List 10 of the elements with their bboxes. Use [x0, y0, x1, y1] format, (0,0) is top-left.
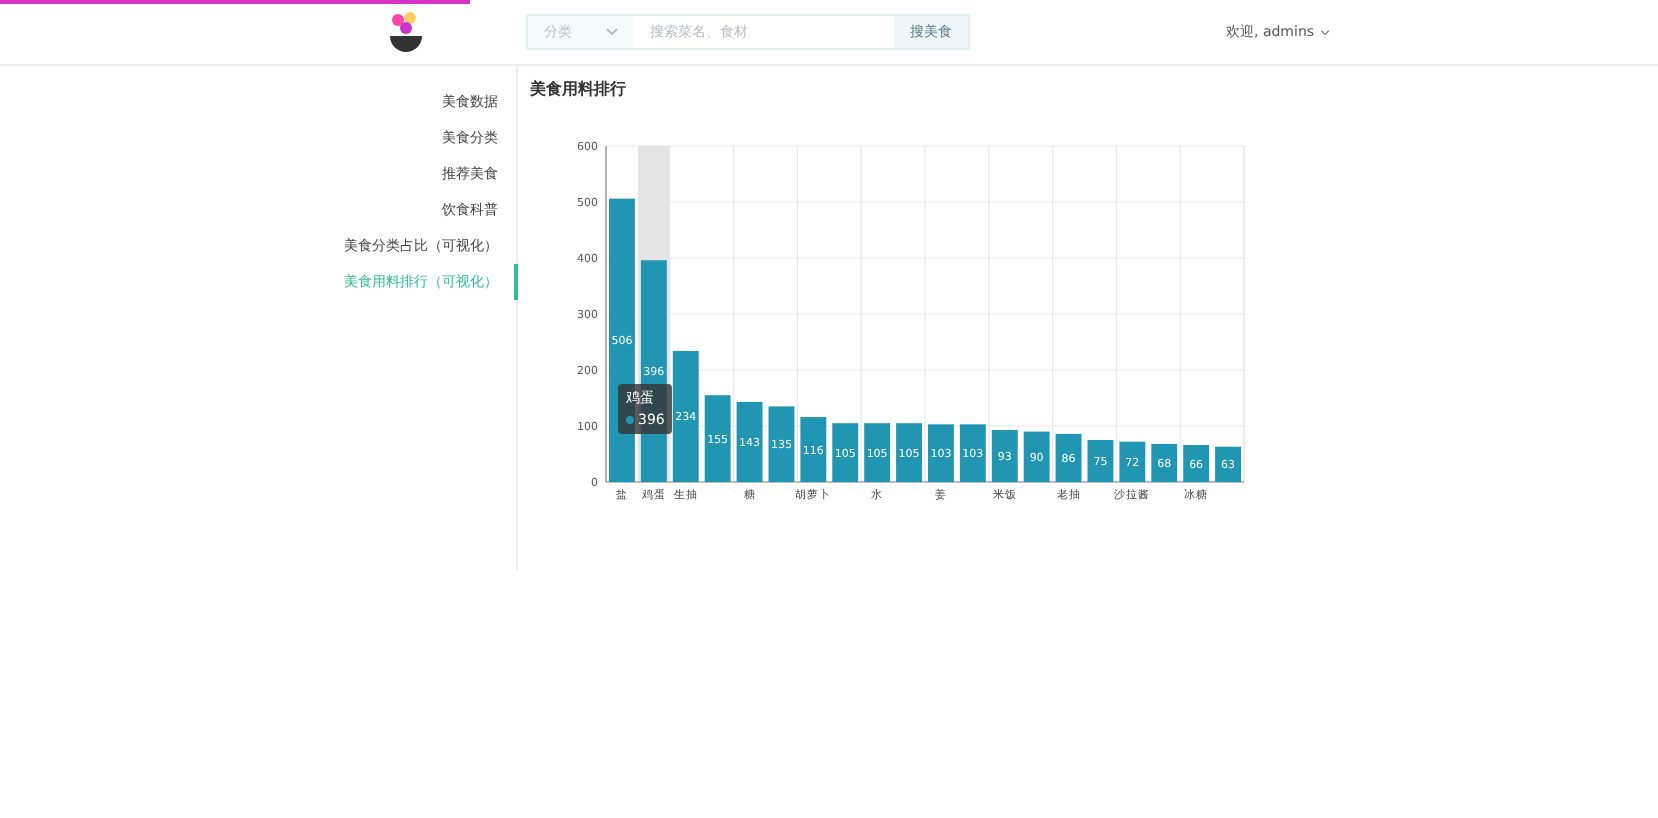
bar[interactable]: [864, 423, 891, 482]
chevron-icon: [1320, 29, 1331, 35]
bar[interactable]: [1183, 445, 1210, 482]
bar[interactable]: [991, 429, 1018, 482]
bar[interactable]: [1151, 443, 1178, 482]
chart-title: 美食用料排行: [530, 78, 628, 102]
logo-icon: [386, 10, 426, 54]
bar[interactable]: [959, 424, 986, 482]
bar[interactable]: [736, 401, 763, 482]
chevron-icon: [606, 28, 618, 36]
